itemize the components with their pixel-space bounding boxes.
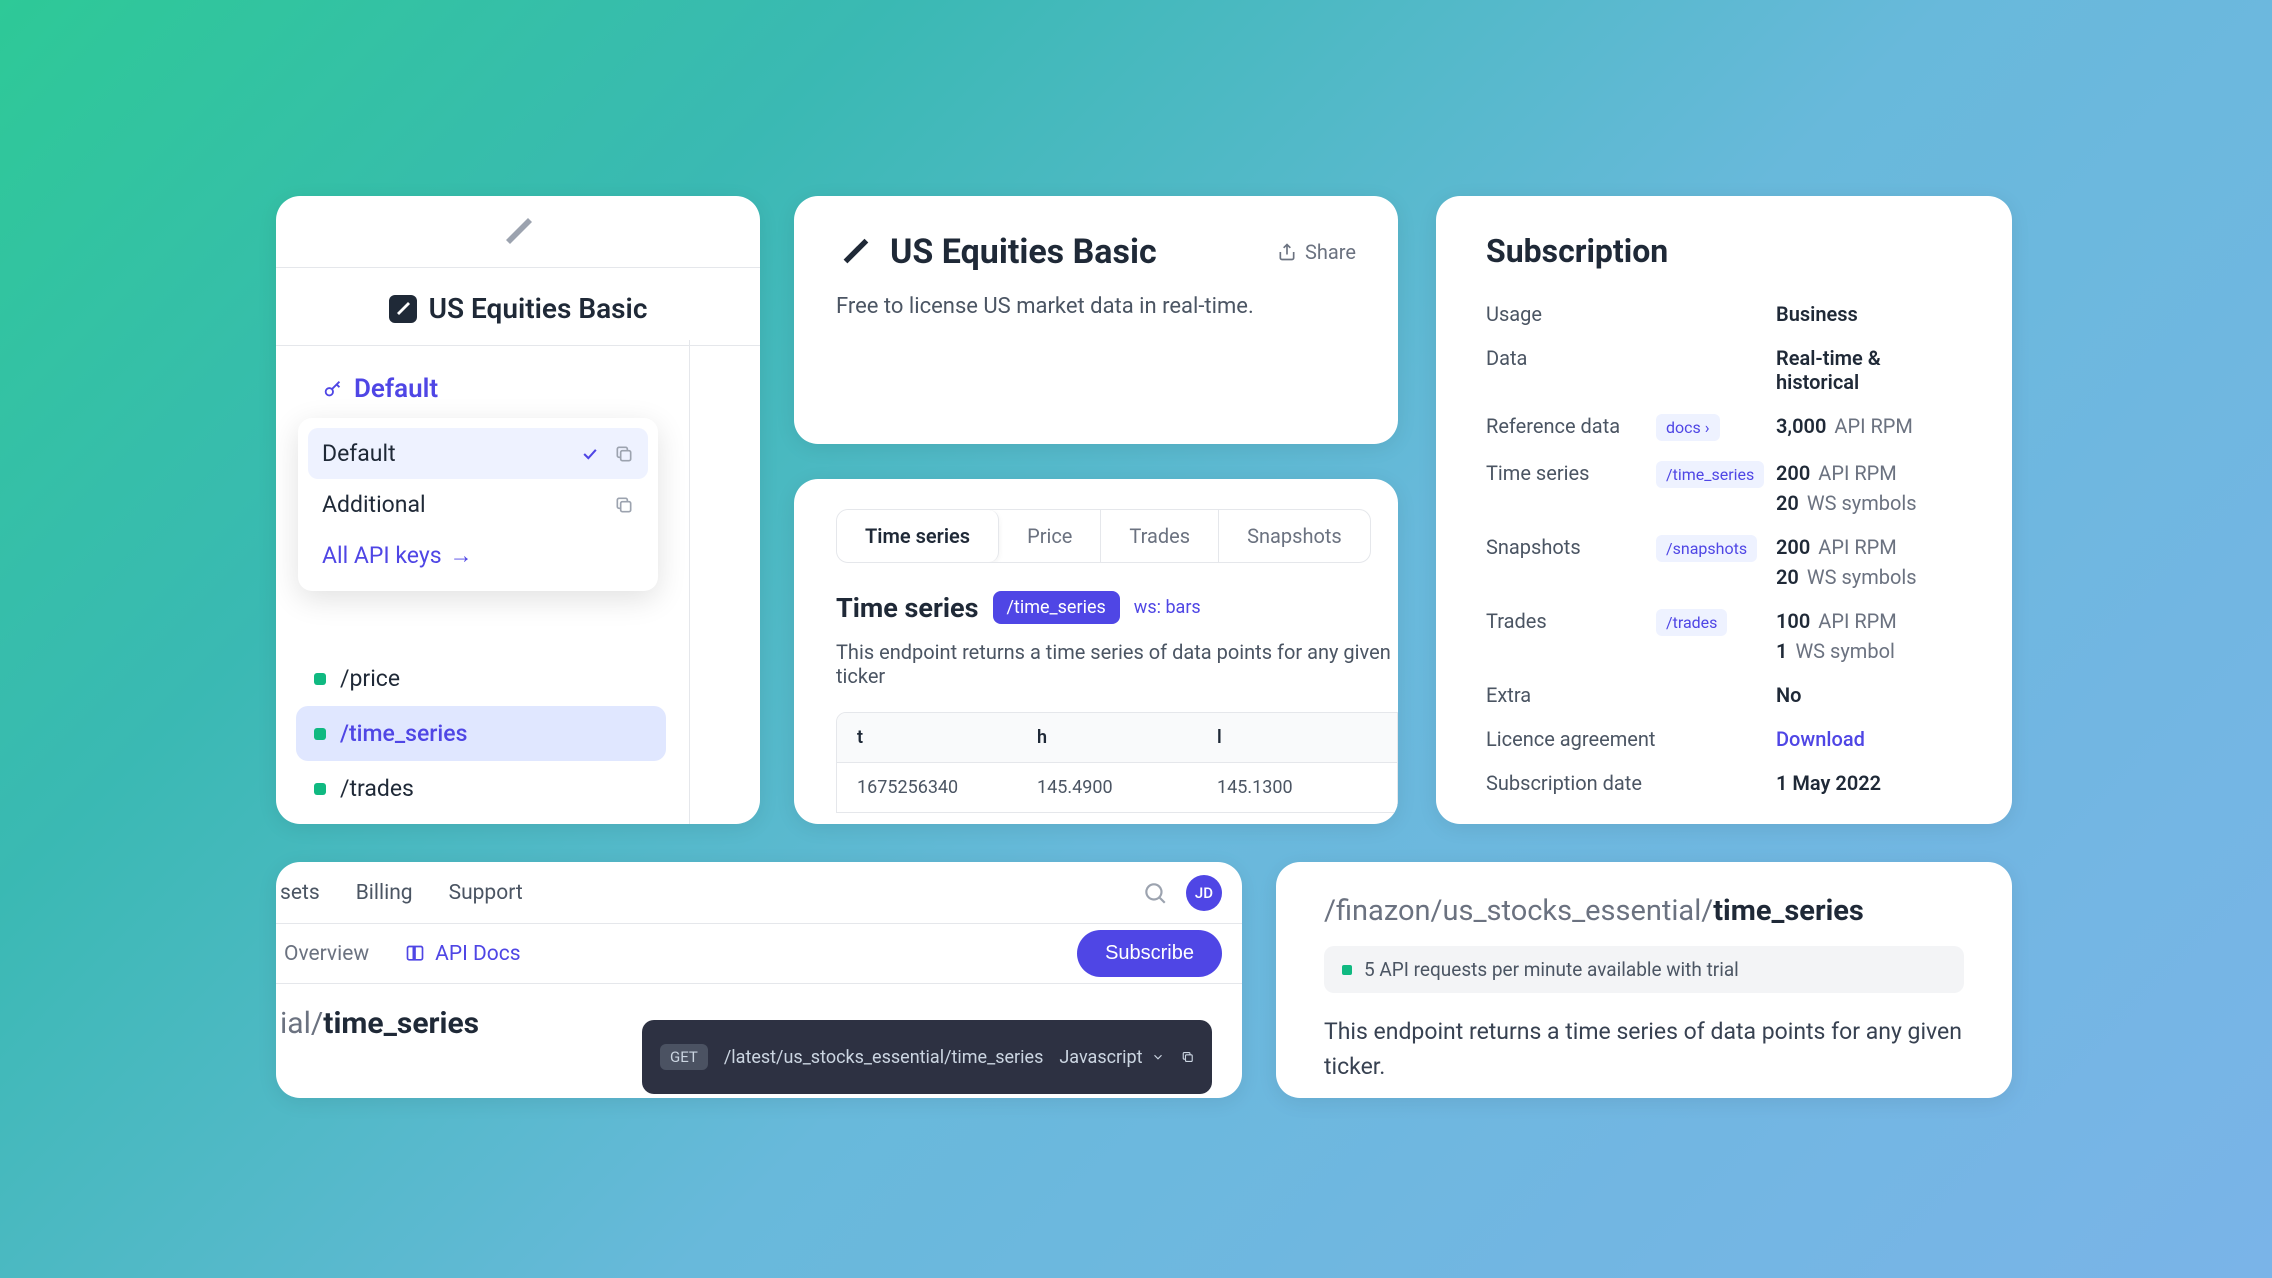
subscription-row-date: Subscription date 1 May 2022 [1486, 761, 1962, 805]
product-icon [389, 295, 417, 323]
ws-link[interactable]: ws: bars [1134, 597, 1201, 618]
vertical-divider [689, 340, 690, 824]
code-sample-bar: GET /latest/us_stocks_essential/time_ser… [642, 1020, 1212, 1094]
arrow-right-icon: → [450, 542, 473, 569]
download-link[interactable]: Download [1776, 727, 1865, 751]
all-api-keys-link[interactable]: All API keys → [308, 530, 648, 581]
subscription-row-data: Data Real-time & historical [1486, 336, 1962, 404]
table-header: t h l [837, 713, 1397, 762]
status-dot-icon [314, 673, 326, 685]
api-keys-card: US Equities Basic Default Default Additi… [276, 196, 760, 824]
endpoint-tabs-card: Time series Price Trades Snapshots Time … [794, 479, 1398, 824]
user-avatar[interactable]: JD [1186, 875, 1222, 911]
subscription-row-usage: Usage Business [1486, 292, 1962, 336]
endpoint-chip[interactable]: /trades [1656, 609, 1727, 636]
share-button[interactable]: Share [1277, 240, 1356, 264]
chevron-down-icon [1151, 1050, 1165, 1064]
tab-time-series[interactable]: Time series [837, 510, 999, 562]
subnav-overview[interactable]: Overview [284, 942, 369, 966]
nav-fragment-card: sets Billing Support JD Overview API Doc… [276, 862, 1242, 1098]
copy-icon[interactable] [614, 495, 634, 515]
brand-logo-icon [498, 212, 538, 252]
dropdown-item-additional[interactable]: Additional [308, 479, 648, 530]
language-selector[interactable]: Javascript [1059, 1047, 1164, 1068]
copy-icon[interactable] [1181, 1047, 1194, 1067]
endpoint-title: Time series [836, 592, 979, 624]
subscription-row-reference: Reference data docs › 3,000API RPM [1486, 404, 1962, 451]
subscription-row-trades: Trades /trades 100API RPM 1WS symbol [1486, 599, 1962, 673]
share-icon [1277, 242, 1297, 262]
dropdown-item-default[interactable]: Default [308, 428, 648, 479]
subscription-row-licence: Licence agreement Download [1486, 717, 1962, 761]
copy-icon[interactable] [614, 444, 634, 464]
endpoint-path-pill[interactable]: /time_series [993, 591, 1120, 624]
endpoint-chip[interactable]: /snapshots [1656, 535, 1757, 562]
subscription-row-timeseries: Time series /time_series 200API RPM 20WS… [1486, 451, 1962, 525]
status-dot-icon [1342, 965, 1352, 975]
status-dot-icon [314, 728, 326, 740]
brand-logo-icon [836, 233, 874, 271]
product-title-row: US Equities Basic [276, 268, 760, 346]
nav-item-sets[interactable]: sets [280, 881, 320, 905]
subscription-card: Subscription Usage Business Data Real-ti… [1436, 196, 2012, 824]
check-icon [580, 444, 600, 464]
endpoint-list: /price /time_series /trades [296, 651, 666, 816]
nav-item-support[interactable]: Support [449, 881, 523, 905]
endpoint-item-price[interactable]: /price [296, 651, 666, 706]
endpoint-detail-card: /finazon/us_stocks_essential/time_series… [1276, 862, 2012, 1098]
subnav-api-docs[interactable]: API Docs [405, 942, 520, 966]
endpoint-chip[interactable]: /time_series [1656, 461, 1764, 488]
tab-bar: Time series Price Trades Snapshots [836, 509, 1371, 563]
endpoint-description: This endpoint returns a time series of d… [836, 640, 1398, 688]
tab-trades[interactable]: Trades [1101, 510, 1219, 562]
http-method-badge: GET [660, 1044, 708, 1070]
endpoint-path: /finazon/us_stocks_essential/time_series [1324, 894, 1964, 928]
api-key-dropdown: Default Additional All API keys → [298, 418, 658, 591]
subscribe-button[interactable]: Subscribe [1077, 930, 1222, 977]
product-title: US Equities Basic [890, 232, 1157, 272]
endpoint-item-time-series[interactable]: /time_series [296, 706, 666, 761]
chevron-right-icon: › [1705, 418, 1710, 437]
product-header-card: US Equities Basic Share Free to license … [794, 196, 1398, 444]
book-icon [405, 944, 425, 964]
tab-price[interactable]: Price [999, 510, 1101, 562]
table-row: 1675256340 145.4900 145.1300 [837, 762, 1397, 812]
endpoint-item-trades[interactable]: /trades [296, 761, 666, 816]
product-title: US Equities Basic [429, 292, 648, 325]
product-description: Free to license US market data in real-t… [836, 294, 1356, 319]
endpoint-description: This endpoint returns a time series of d… [1324, 1015, 1964, 1084]
trial-banner: 5 API requests per minute available with… [1324, 946, 1964, 993]
status-dot-icon [314, 783, 326, 795]
subscription-row-extra: Extra No [1486, 673, 1962, 717]
subscription-row-snapshots: Snapshots /snapshots 200API RPM 20WS sym… [1486, 525, 1962, 599]
top-nav: sets Billing Support JD [276, 862, 1242, 924]
subscription-title: Subscription [1486, 232, 1962, 270]
tab-snapshots[interactable]: Snapshots [1219, 510, 1370, 562]
key-icon [322, 378, 344, 400]
card-header [276, 196, 760, 268]
search-icon[interactable] [1142, 880, 1168, 906]
data-table: t h l 1675256340 145.4900 145.1300 [836, 712, 1398, 813]
code-path: /latest/us_stocks_essential/time_series [724, 1047, 1044, 1068]
api-key-selector[interactable]: Default [276, 346, 760, 404]
docs-chip[interactable]: docs › [1656, 414, 1720, 441]
nav-item-billing[interactable]: Billing [356, 881, 413, 905]
sub-nav: Overview API Docs Subscribe [276, 924, 1242, 984]
